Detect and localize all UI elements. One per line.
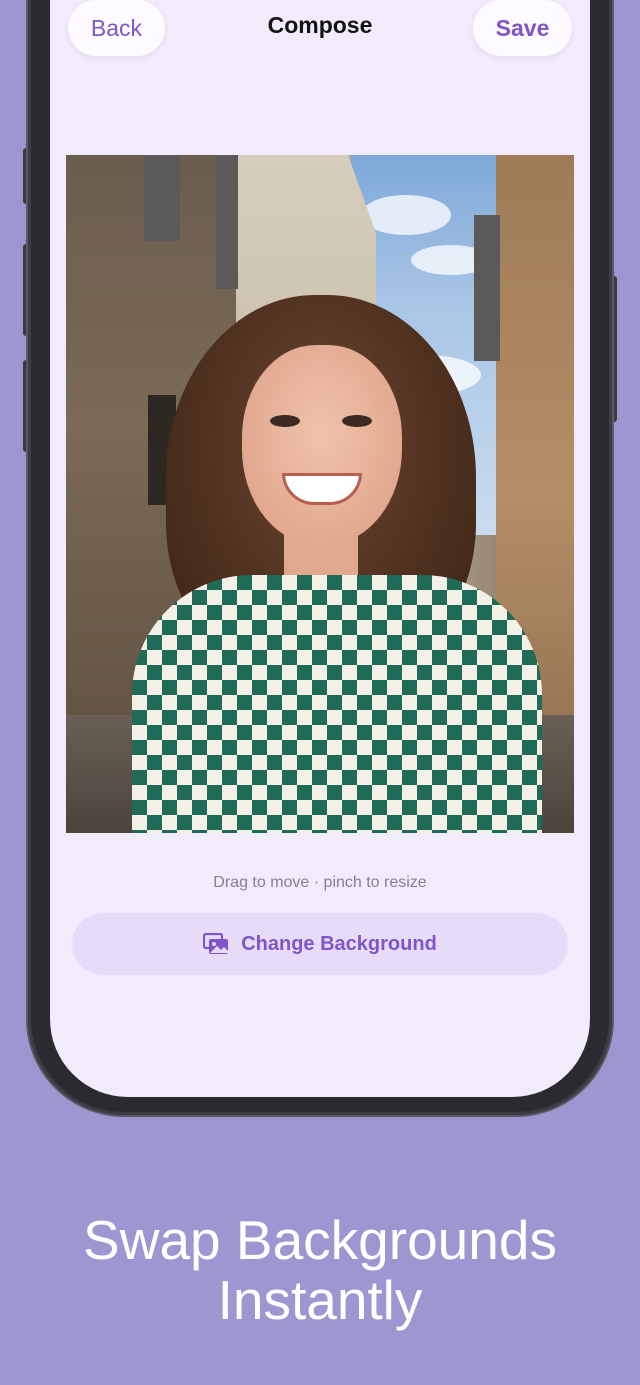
marketing-headline: Swap Backgrounds Instantly [0, 1210, 640, 1330]
subject-shirt [132, 575, 542, 833]
headline-line-2: Instantly [217, 1269, 423, 1331]
back-button[interactable]: Back [68, 0, 165, 56]
nav-bar: Back Compose Save [50, 0, 590, 80]
change-background-button[interactable]: Change Background [72, 913, 568, 975]
headline-line-1: Swap Backgrounds [83, 1209, 557, 1271]
app-screen: Back Compose Save Drag to move · pinch t… [50, 0, 590, 1097]
gesture-hint: Drag to move · pinch to resize [213, 874, 427, 891]
save-button[interactable]: Save [473, 0, 572, 56]
subject-face [242, 345, 402, 545]
change-background-label: Change Background [241, 932, 437, 955]
subject-smile [282, 473, 362, 505]
photos-stack-icon [203, 932, 229, 955]
page-title: Compose [267, 12, 373, 38]
composed-photo[interactable] [66, 155, 574, 833]
